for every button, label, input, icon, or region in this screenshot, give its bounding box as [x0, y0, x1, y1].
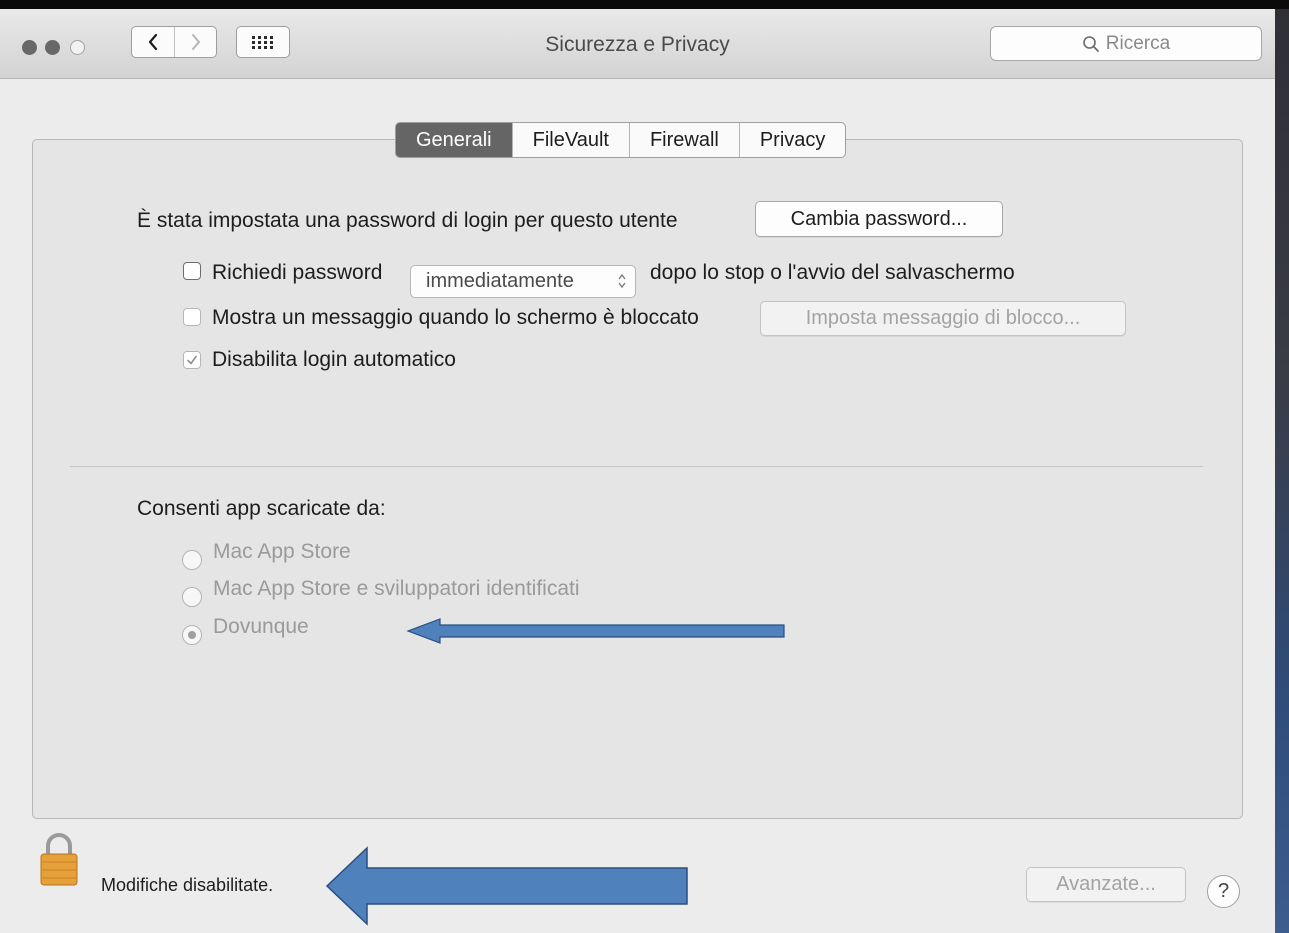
tab-filevault[interactable]: FileVault [513, 123, 630, 157]
allow-apps-heading: Consenti app scaricate da: [137, 497, 386, 520]
show-message-label: Mostra un messaggio quando lo schermo è … [212, 306, 699, 329]
screen-top-edge [0, 0, 1289, 9]
require-password-delay-select[interactable]: immediatamente [410, 265, 636, 298]
disable-autologin-checkbox[interactable] [183, 351, 201, 369]
annotation-arrow-icon [406, 618, 785, 644]
radio-identified-developers[interactable] [182, 587, 202, 607]
disable-autologin-label: Disabilita login automatico [212, 348, 456, 371]
help-button[interactable]: ? [1207, 875, 1240, 908]
require-password-label: Richiedi password [212, 261, 383, 284]
checkmark-icon [187, 355, 197, 365]
tab-privacy[interactable]: Privacy [740, 123, 846, 157]
tab-bar: Generali FileVault Firewall Privacy [395, 122, 847, 158]
require-password-suffix: dopo lo stop o l'avvio del salvaschermo [650, 261, 1015, 284]
search-placeholder: Ricerca [1105, 32, 1171, 54]
require-password-checkbox[interactable] [183, 262, 201, 280]
radio-mac-app-store-label: Mac App Store [213, 540, 351, 563]
lock-icon[interactable] [39, 831, 79, 887]
radio-identified-developers-label: Mac App Store e sviluppatori identificat… [213, 577, 580, 600]
radio-selected-dot [188, 631, 196, 639]
change-password-button[interactable]: Cambia password... [755, 201, 1003, 237]
preferences-window: Sicurezza e Privacy Ricerca Generali Fil… [0, 9, 1275, 933]
password-set-text: È stata impostata una password di login … [137, 209, 678, 232]
advanced-button[interactable]: Avanzate... [1026, 867, 1186, 902]
annotation-arrow-icon [325, 846, 688, 926]
tab-generali[interactable]: Generali [396, 123, 513, 157]
settings-panel [32, 139, 1243, 819]
require-password-delay-value: immediatamente [426, 270, 574, 292]
search-field[interactable]: Ricerca [990, 26, 1262, 61]
set-lock-message-button[interactable]: Imposta messaggio di blocco... [760, 301, 1126, 336]
desktop-background-edge [1275, 9, 1289, 933]
radio-anywhere-label: Dovunque [213, 615, 309, 638]
lock-status-text: Modifiche disabilitate. [101, 875, 274, 895]
show-message-checkbox[interactable] [183, 308, 201, 326]
radio-mac-app-store[interactable] [182, 550, 202, 570]
section-divider [70, 466, 1203, 467]
tab-firewall[interactable]: Firewall [630, 123, 740, 157]
radio-anywhere[interactable] [182, 625, 202, 645]
window-titlebar: Sicurezza e Privacy Ricerca [0, 9, 1275, 79]
stepper-arrows-icon [618, 273, 626, 289]
search-icon [1082, 35, 1099, 52]
